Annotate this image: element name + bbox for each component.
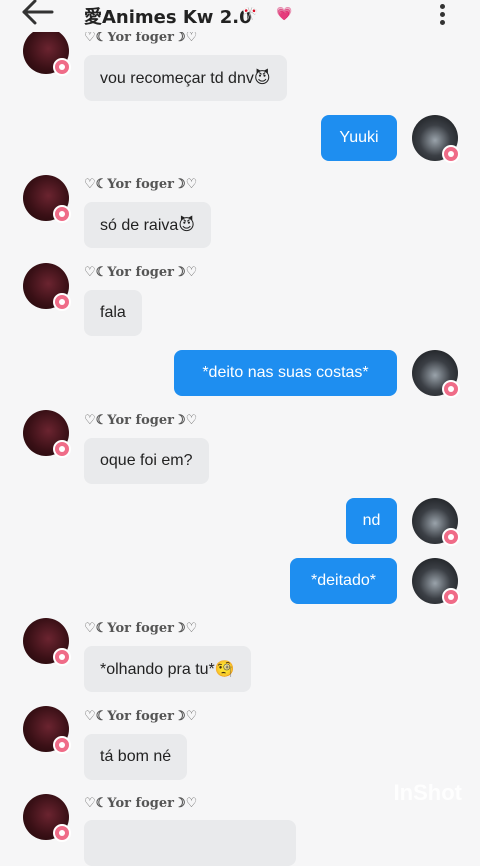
message-bubble[interactable]: só de raiva😈 — [84, 202, 211, 248]
more-options-icon[interactable] — [434, 2, 450, 28]
avatar[interactable] — [23, 794, 71, 842]
avatar[interactable] — [23, 263, 71, 311]
avatar[interactable] — [23, 28, 71, 76]
heart-icon: 💗 — [276, 6, 293, 21]
message-bubble[interactable] — [84, 820, 296, 866]
sender-name: ♡☾Yor foger☽♡ — [84, 177, 198, 192]
avatar[interactable] — [23, 410, 71, 458]
sender-name: ♡☾Yor foger☽♡ — [84, 30, 198, 45]
status-badge-icon — [53, 736, 71, 754]
status-badge-icon — [53, 58, 71, 76]
message-bubble-outgoing[interactable]: nd — [346, 498, 397, 544]
message-bubble[interactable]: tá bom né — [84, 734, 188, 780]
status-badge-icon — [53, 205, 71, 223]
message-bubble[interactable]: *olhando pra tu*🧐 — [84, 646, 251, 692]
status-badge-icon — [53, 293, 71, 311]
message-bubble-outgoing[interactable]: Yuuki — [321, 115, 397, 161]
message-bubble-outgoing[interactable]: *deito nas suas costas* — [174, 350, 397, 396]
message-bubble[interactable]: oque foi em? — [84, 438, 209, 484]
avatar[interactable] — [412, 115, 460, 163]
sender-name: ♡☾Yor foger☽♡ — [84, 709, 198, 724]
avatar[interactable] — [412, 558, 460, 606]
avatar[interactable] — [23, 618, 71, 666]
sender-name: ♡☾Yor foger☽♡ — [84, 621, 198, 636]
sender-name: ♡☾Yor foger☽♡ — [84, 796, 198, 811]
message-bubble-outgoing[interactable]: *deitado* — [290, 558, 397, 604]
status-badge-icon — [442, 145, 460, 163]
status-badge-icon — [442, 380, 460, 398]
chat-title[interactable]: 愛Animes Kw 2.0 — [84, 3, 252, 29]
status-badge-icon — [442, 588, 460, 606]
message-bubble[interactable]: vou recomeçar td dnv😈 — [84, 55, 287, 101]
watermark: InShot — [393, 780, 462, 805]
flag-icon: 🎌 — [242, 6, 259, 21]
status-badge-icon — [53, 648, 71, 666]
avatar[interactable] — [23, 706, 71, 754]
top-bar: 愛Animes Kw 2.0 🎌 💗 — [0, 0, 480, 32]
sender-name: ♡☾Yor foger☽♡ — [84, 265, 198, 280]
status-badge-icon — [53, 824, 71, 842]
message-bubble[interactable]: fala — [84, 290, 142, 336]
sender-name: ♡☾Yor foger☽♡ — [84, 413, 198, 428]
avatar[interactable] — [412, 498, 460, 546]
back-arrow-icon[interactable] — [18, 0, 58, 28]
avatar[interactable] — [412, 350, 460, 398]
avatar[interactable] — [23, 175, 71, 223]
status-badge-icon — [442, 528, 460, 546]
chat-thread[interactable]: ♡☾Yor foger☽♡ vou recomeçar td dnv😈 Yuuk… — [0, 0, 480, 866]
status-badge-icon — [53, 440, 71, 458]
